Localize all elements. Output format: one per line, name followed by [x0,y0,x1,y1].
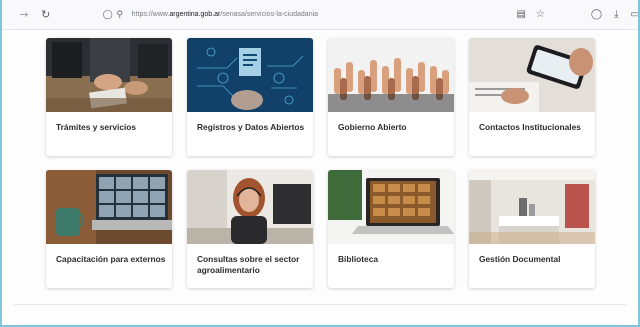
card-consultas-agroalimentario[interactable]: Consultas sobre el sector agroalimentari… [187,170,313,288]
reload-icon[interactable]: ↻ [38,7,54,23]
laptop-library-photo [328,170,454,244]
card-capacitacion-externos[interactable]: Capacitación para externos [46,170,172,288]
video-call-laptop-photo [46,170,172,244]
card-tramites-servicios[interactable]: Trámites y servicios [46,38,172,156]
card-gobierno-abierto[interactable]: Gobierno Abierto [328,38,454,156]
reader-view-icon[interactable]: ▤ [516,9,525,20]
lock-icon[interactable]: ⚲ [114,10,126,20]
card-registros-datos[interactable]: Registros y Datos Abiertos [187,38,313,156]
card-title: Registros y Datos Abiertos [197,122,305,132]
card-title: Gestión Documental [479,254,561,264]
url-text[interactable]: https://www.argentina.gob.ar/senasa/serv… [132,11,318,18]
office-photo [469,170,595,244]
call-center-agent-photo [187,170,313,244]
card-biblioteca[interactable]: Biblioteca [328,170,454,288]
card-title: Gobierno Abierto [338,122,407,132]
meeting-hands-photo [46,38,172,112]
shield-icon[interactable]: ◯ [102,10,114,20]
digital-documents-photo [187,38,313,112]
browser-toolbar: → ↻ ◯ ⚲ https://www.argentina.gob.ar/sen… [0,0,640,30]
pocket-icon[interactable]: ◯ [591,9,602,20]
raised-hands-photo [328,38,454,112]
smartphone-photo [469,38,595,112]
card-title: Consultas sobre el sector agroalimentari… [197,254,300,275]
page-content: Trámites y servicios Registros y Datos A… [14,30,626,327]
card-title: Capacitación para externos [56,254,166,264]
extensions-icon[interactable]: ▭ [631,9,640,20]
url-bar[interactable]: ◯ ⚲ https://www.argentina.gob.ar/senasa/… [101,4,551,25]
page-divider [14,304,626,305]
star-icon[interactable]: ☆ [536,9,545,20]
download-icon[interactable]: ⤓ [614,9,618,20]
back-arrow-icon[interactable]: → [16,7,32,23]
card-gestion-documental[interactable]: Gestión Documental [469,170,595,288]
card-title: Trámites y servicios [56,122,137,132]
card-title: Contactos Institucionales [479,122,581,132]
card-title: Biblioteca [338,254,379,264]
card-contactos-institucionales[interactable]: Contactos Institucionales [469,38,595,156]
